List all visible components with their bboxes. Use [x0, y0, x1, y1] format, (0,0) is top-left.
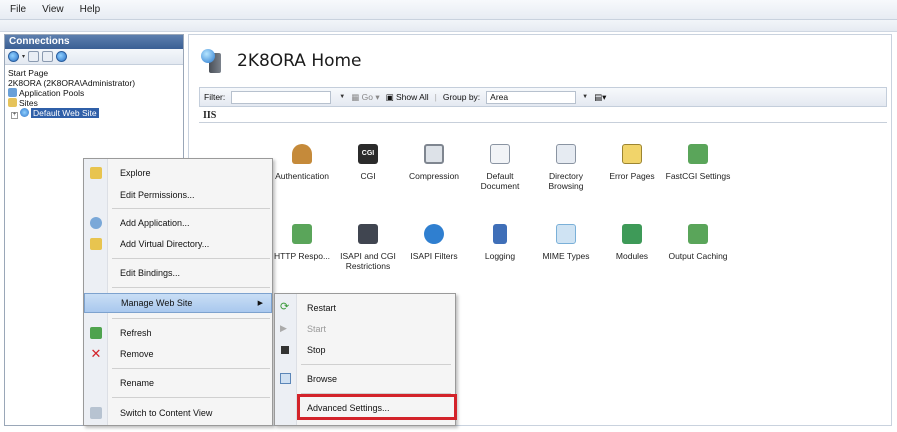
menu-manage-web-site[interactable]: Manage Web Site ▶: [84, 293, 272, 313]
sites-icon: [8, 98, 17, 107]
feature-modules[interactable]: Modules: [599, 221, 665, 261]
globe-icon: [20, 108, 29, 117]
feature-mime-types[interactable]: MIME Types: [533, 221, 599, 261]
connections-header: Connections: [5, 35, 183, 49]
compression-icon: [424, 144, 444, 164]
isapi-filters-icon: [424, 224, 444, 244]
restart-icon: ⟳: [280, 301, 290, 313]
menu-restart[interactable]: ⟳ Restart: [275, 298, 455, 318]
tree-start-page[interactable]: Start Page: [8, 68, 180, 78]
section-iis: IIS: [203, 110, 217, 121]
directory-browsing-icon: [556, 144, 576, 164]
menu-start[interactable]: ▶ Start: [275, 319, 455, 339]
submenu-arrow-icon: ▶: [257, 300, 263, 307]
menu-browse[interactable]: Browse: [275, 369, 455, 389]
mime-types-icon: [556, 224, 576, 244]
disconnect-icon[interactable]: [56, 51, 68, 62]
feature-directory-browsing[interactable]: Directory Browsing: [533, 141, 599, 191]
feature-http-response[interactable]: HTTP Respo...: [269, 221, 335, 261]
group-by-select[interactable]: Area: [486, 90, 577, 104]
stop-icon: [281, 346, 289, 354]
server-icon: [201, 47, 227, 75]
filter-bar: Filter: ▼ ▦ Go ▾ ▣ Show All | Group by: …: [199, 87, 887, 107]
feature-output-caching[interactable]: Output Caching: [665, 221, 731, 261]
refresh-icon: [90, 327, 102, 339]
menu-help[interactable]: Help: [80, 4, 101, 15]
start-icon: ▶: [280, 323, 287, 333]
document-icon: [490, 144, 510, 164]
advanced-settings-highlight: [297, 394, 457, 420]
connect-dropdown-icon[interactable]: ▾: [22, 53, 25, 60]
save-icon[interactable]: [28, 51, 40, 62]
site-context-menu: Explore Edit Permissions... Add Applicat…: [83, 158, 273, 426]
menu-switch-content-view[interactable]: Switch to Content View: [84, 403, 272, 423]
add-application-icon: [90, 217, 102, 229]
browse-icon: [280, 373, 291, 384]
filter-label: Filter:: [204, 92, 226, 102]
menu-refresh[interactable]: Refresh: [84, 323, 272, 343]
filter-input[interactable]: [231, 90, 332, 104]
fastcgi-icon: [688, 144, 708, 164]
menu-view[interactable]: View: [42, 4, 64, 15]
menu-explore[interactable]: Explore: [84, 163, 272, 183]
feature-error-pages[interactable]: Error Pages: [599, 141, 665, 181]
connect-globe-icon[interactable]: [8, 51, 19, 62]
connections-tree: Start Page 2K8ORA (2K8ORA\Administrator)…: [5, 65, 183, 122]
section-divider: [199, 122, 887, 123]
modules-icon: [622, 224, 642, 244]
view-mode-button[interactable]: ▤▾: [594, 92, 606, 103]
go-button[interactable]: ▦ Go ▾: [351, 92, 379, 103]
home-header: 2K8ORA Home: [201, 47, 362, 75]
menu-stop[interactable]: Stop: [275, 340, 455, 360]
tree-app-pools[interactable]: Application Pools: [8, 88, 180, 98]
authentication-icon: [292, 144, 312, 164]
connections-toolbar: ▾: [5, 49, 183, 65]
feature-authentication[interactable]: Authentication: [269, 141, 335, 181]
add-virtual-directory-icon: [90, 238, 102, 250]
tree-server[interactable]: 2K8ORA (2K8ORA\Administrator): [8, 78, 180, 88]
tree-default-site[interactable]: + Default Web Site: [8, 108, 180, 119]
logging-icon: [493, 224, 507, 244]
feature-cgi[interactable]: CGI CGI: [335, 141, 401, 181]
feature-fastcgi-settings[interactable]: FastCGI Settings: [665, 141, 731, 181]
group-by-label: Group by:: [442, 92, 481, 102]
expand-icon[interactable]: +: [11, 112, 18, 119]
up-icon[interactable]: [42, 51, 54, 62]
feature-compression[interactable]: Compression: [401, 141, 467, 181]
feature-isapi-cgi-restrictions[interactable]: ISAPI and CGI Restrictions: [335, 221, 401, 271]
group-dropdown-icon[interactable]: ▼: [582, 94, 588, 100]
feature-logging[interactable]: Logging: [467, 221, 533, 261]
menu-file[interactable]: File: [10, 4, 26, 15]
error-pages-icon: [622, 144, 642, 164]
menu-remove[interactable]: ✕ Remove: [84, 344, 272, 364]
menu-edit-permissions[interactable]: Edit Permissions...: [84, 185, 272, 205]
menu-rename[interactable]: Rename: [84, 373, 272, 393]
explore-icon: [90, 167, 102, 179]
menu-bar: File View Help: [0, 0, 897, 20]
feature-default-document[interactable]: Default Document: [467, 141, 533, 191]
output-caching-icon: [688, 224, 708, 244]
page-title: 2K8ORA Home: [237, 51, 362, 71]
menu-add-application[interactable]: Add Application...: [84, 213, 272, 233]
feature-isapi-filters[interactable]: ISAPI Filters: [401, 221, 467, 261]
menu-add-virtual-directory[interactable]: Add Virtual Directory...: [84, 234, 272, 254]
show-all-button[interactable]: ▣ Show All: [386, 92, 429, 103]
content-view-icon: [90, 407, 102, 419]
http-response-icon: [292, 224, 312, 244]
tree-sites[interactable]: Sites: [8, 98, 180, 108]
cgi-icon: CGI: [358, 144, 378, 164]
remove-icon: ✕: [90, 346, 102, 361]
toolbar-strip: [0, 20, 897, 32]
filter-dropdown-icon[interactable]: ▼: [339, 94, 345, 100]
default-site-label: Default Web Site: [31, 108, 99, 118]
menu-edit-bindings[interactable]: Edit Bindings...: [84, 263, 272, 283]
toolbar-divider: |: [434, 92, 437, 102]
app-pools-icon: [8, 88, 17, 97]
isapi-cgi-icon: [358, 224, 378, 244]
